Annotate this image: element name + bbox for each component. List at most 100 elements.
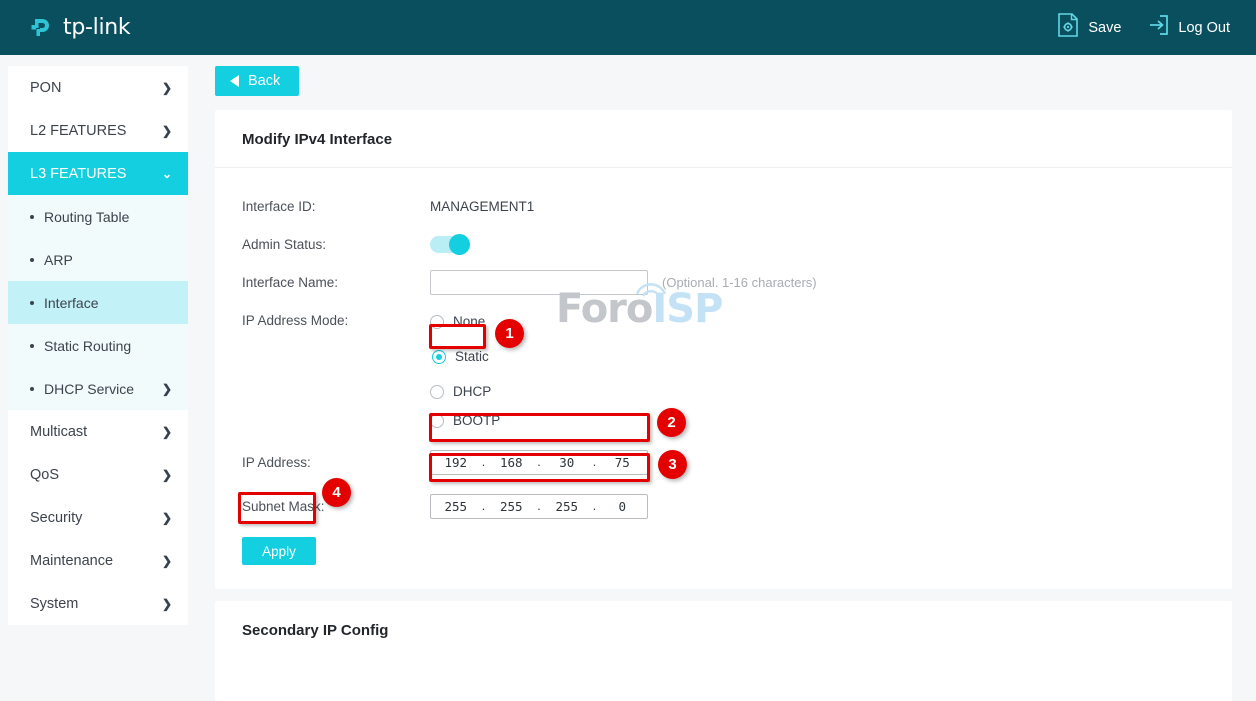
sidebar-item-maintenance[interactable]: Maintenance ❯ [8,539,188,582]
save-button[interactable]: Save [1057,13,1121,42]
sidebar-item-label: Multicast [30,424,87,440]
interface-id-row: Interface ID: MANAGEMENT1 [242,187,1232,225]
sidebar-item-arp[interactable]: ARP [8,238,188,281]
sidebar-submenu-l3: Routing Table ARP Interface Static Routi… [8,195,188,410]
ip-address-mode-label: IP Address Mode: [242,307,430,435]
sidebar-item-system[interactable]: System ❯ [8,582,188,625]
sidebar-item-interface[interactable]: Interface [8,281,188,324]
radio-option-static[interactable]: Static [430,342,500,371]
annotation-badge-1: 1 [495,319,524,348]
radio-label: Static [455,349,489,364]
radio-icon[interactable] [430,414,444,428]
sidebar-item-multicast[interactable]: Multicast ❯ [8,410,188,453]
mask-octet-3[interactable]: 255 [542,499,592,514]
interface-name-row: Interface Name: (Optional. 1-16 characte… [242,263,1232,301]
sidebar-item-l2-features[interactable]: L2 FEATURES ❯ [8,109,188,152]
annotation-badge-4: 4 [322,478,351,507]
brand-logo-text: tp-link [63,15,130,40]
sidebar-item-label: L3 FEATURES [30,166,126,182]
annotation-badge-3: 3 [658,450,687,479]
admin-status-toggle[interactable] [430,236,470,253]
logout-label: Log Out [1178,20,1230,36]
chevron-down-icon: ⌄ [162,167,172,181]
sidebar-item-label: Interface [44,295,98,311]
mask-octet-1[interactable]: 255 [431,499,481,514]
radio-label: DHCP [453,384,491,399]
sidebar-item-label: DHCP Service [44,381,134,397]
apply-button[interactable]: Apply [242,537,316,565]
chevron-right-icon: ❯ [162,597,172,611]
interface-form: Interface ID: MANAGEMENT1 Admin Status: … [215,168,1232,589]
sidebar-item-label: Maintenance [30,553,113,569]
ip-octet-3[interactable]: 30 [542,455,592,470]
mask-octet-2[interactable]: 255 [487,499,537,514]
sidebar-item-label: Routing Table [44,209,129,225]
ip-address-label: IP Address: [242,455,430,470]
apply-row: Apply [242,537,1232,565]
interface-name-label: Interface Name: [242,275,430,290]
interface-name-input[interactable] [430,270,648,295]
chevron-right-icon: ❯ [162,511,172,525]
ip-address-input[interactable]: 192 . 168 . 30 . 75 [430,450,648,475]
toggle-knob [449,234,470,255]
sidebar-item-label: System [30,596,78,612]
logout-button[interactable]: Log Out [1147,14,1230,41]
chevron-right-icon: ❯ [162,425,172,439]
radio-option-bootp[interactable]: BOOTP [430,406,500,435]
page-title: Modify IPv4 Interface [215,110,1232,168]
sidebar-item-label: ARP [44,252,73,268]
bullet-icon [30,258,34,262]
back-label: Back [248,73,280,89]
interface-id-label: Interface ID: [242,199,430,214]
sidebar-item-label: Static Routing [44,338,131,354]
sidebar-item-label: PON [30,80,61,96]
ip-mode-radio-group: None Static DHCP BOOTP [430,307,500,435]
sidebar-item-dhcp-service[interactable]: DHCP Service ❯ [8,367,188,410]
sidebar-item-l3-features[interactable]: L3 FEATURES ⌄ [8,152,188,195]
radio-label: None [453,314,485,329]
logout-arrow-icon [1147,14,1169,41]
chevron-right-icon: ❯ [162,468,172,482]
sidebar-item-label: QoS [30,467,59,483]
back-button[interactable]: Back [215,66,299,96]
sidebar-item-security[interactable]: Security ❯ [8,496,188,539]
radio-option-none[interactable]: None [430,307,500,336]
bullet-icon [30,387,34,391]
ip-address-row: IP Address: 192 . 168 . 30 . 75 [242,443,1232,481]
ip-octet-2[interactable]: 168 [487,455,537,470]
modify-ipv4-interface-card: Modify IPv4 Interface Interface ID: MANA… [215,110,1232,589]
bullet-icon [30,344,34,348]
chevron-right-icon: ❯ [162,124,172,138]
subnet-mask-row: Subnet Mask: 255 . 255 . 255 . 0 [242,487,1232,525]
ip-octet-4[interactable]: 75 [598,455,648,470]
admin-status-label: Admin Status: [242,237,430,252]
tplink-logo-icon [28,14,56,42]
sidebar-item-label: Security [30,510,82,526]
chevron-right-icon: ❯ [162,554,172,568]
subnet-mask-input[interactable]: 255 . 255 . 255 . 0 [430,494,648,519]
header-actions: Save Log Out [1057,13,1230,42]
annotation-badge-2: 2 [657,408,686,437]
main-content: Back Modify IPv4 Interface Interface ID:… [196,66,1240,701]
radio-option-dhcp[interactable]: DHCP [430,377,500,406]
save-gear-document-icon [1057,13,1079,42]
apply-label: Apply [262,544,296,559]
chevron-right-icon: ❯ [162,382,172,396]
brand-logo[interactable]: tp-link [28,14,130,42]
bullet-icon [30,215,34,219]
radio-icon[interactable] [432,350,446,364]
radio-label: BOOTP [453,413,500,428]
mask-octet-4[interactable]: 0 [598,499,648,514]
interface-id-value: MANAGEMENT1 [430,199,534,214]
sidebar-item-routing-table[interactable]: Routing Table [8,195,188,238]
ip-octet-1[interactable]: 192 [431,455,481,470]
save-label: Save [1088,20,1121,36]
sidebar-item-static-routing[interactable]: Static Routing [8,324,188,367]
interface-name-hint: (Optional. 1-16 characters) [662,275,817,290]
sidebar-item-pon[interactable]: PON ❯ [8,66,188,109]
sidebar-item-qos[interactable]: QoS ❯ [8,453,188,496]
radio-icon[interactable] [430,315,444,329]
admin-status-row: Admin Status: [242,225,1232,263]
radio-icon[interactable] [430,385,444,399]
bullet-icon [30,301,34,305]
